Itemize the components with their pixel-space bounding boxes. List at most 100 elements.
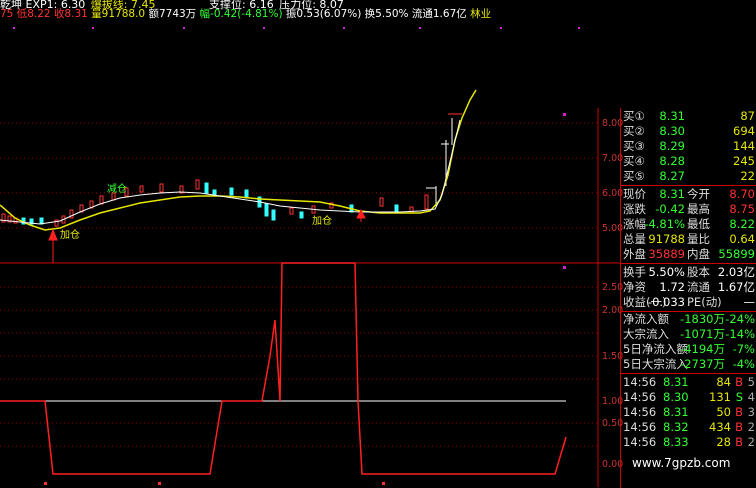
bid-row[interactable]: 买② 8.30 694: [623, 123, 755, 139]
tick-row[interactable]: 14:56 8.33 28 B 2: [623, 434, 755, 450]
info-sector: 林业: [470, 8, 492, 20]
stats-row: 净资 1.72 流通 1.67亿: [623, 279, 755, 295]
quote-row: 现价 8.31 今开 8.70: [623, 186, 755, 202]
tick-time: 14:56: [623, 435, 657, 449]
quote-value: 8.22: [729, 217, 755, 231]
flow-value: -1071万: [680, 327, 725, 341]
quote-value: -4.81%: [644, 217, 685, 231]
tick-count: 3: [747, 405, 755, 419]
tick-time: 14:56: [623, 390, 657, 404]
quote-row: 涨幅 -4.81% 最低 8.22: [623, 216, 755, 232]
tick-volume: 131: [709, 390, 731, 404]
signal-markers: [13, 27, 580, 269]
flow-label: 大宗流入: [623, 327, 669, 341]
tick-price: 8.32: [663, 420, 689, 434]
tick-time: 14:56: [623, 405, 657, 419]
info-float: 流通1.67亿: [411, 8, 467, 20]
bid-row[interactable]: 买③ 8.29 144: [623, 138, 755, 154]
stat-value: 2.03亿: [717, 265, 755, 279]
bid-price: 8.30: [659, 124, 685, 138]
tick-side: B: [735, 405, 743, 419]
quote-label: 内盘: [687, 247, 710, 261]
tick-count: 2: [747, 420, 755, 434]
indicator-grid: [0, 286, 598, 447]
ma-line-yellow: [0, 89, 477, 231]
tick-time: 14:56: [623, 375, 657, 389]
info-turnover: 换5.50%: [364, 8, 409, 20]
bid-price: 8.28: [659, 154, 685, 168]
tick-volume: 28: [716, 435, 731, 449]
tick-count: 5: [747, 375, 755, 389]
annotation-add: 加仓: [312, 216, 332, 227]
flow-pct: -24%: [725, 312, 755, 326]
quote-value: 91788: [648, 232, 685, 246]
tick-side: B: [735, 435, 743, 449]
tick-count: 2: [747, 435, 755, 449]
stat-label: 流通: [687, 280, 710, 294]
flow-label: 5日净流入额: [623, 342, 688, 356]
stats-row: 收益(一) -0.033 PE(动) —: [623, 294, 755, 310]
tick-row[interactable]: 14:56 8.32 434 B 2: [623, 419, 755, 435]
tick-price: 8.30: [663, 390, 689, 404]
ma-line-white: [0, 119, 461, 225]
info-amount: 额7743万: [148, 8, 197, 20]
stat-label: 股本: [687, 265, 710, 279]
quote-value: 35889: [648, 247, 685, 261]
tick-side: B: [735, 420, 743, 434]
flow-value: -4194万: [680, 342, 725, 356]
tick-volume: 434: [709, 420, 731, 434]
quote-row: 外盘 35889 内盘 55899: [623, 246, 755, 262]
kline-chart[interactable]: [0, 0, 620, 487]
annotation-add: 加仓: [60, 230, 80, 241]
flow-row: 5日大宗流入 -2737万 -4%: [623, 356, 755, 372]
flow-pct: -4%: [732, 357, 755, 371]
info-volume: 量91788.0: [91, 8, 146, 20]
stat-value: 1.67亿: [717, 280, 755, 294]
quote-value: 8.31: [659, 187, 685, 201]
bid-volume: 694: [733, 124, 755, 138]
bid-volume: 144: [733, 139, 755, 153]
flow-row: 净流入额 -1830万 -24%: [623, 311, 755, 327]
quote-label: 最低: [687, 217, 710, 231]
quote-row: 涨跌 -0.42 最高 8.75: [623, 201, 755, 217]
bid-row[interactable]: 买④ 8.28 245: [623, 153, 755, 169]
quote-value: -0.42: [655, 202, 685, 216]
info-close: 收8.31: [53, 8, 88, 20]
info-change: 幅-0.42(-4.81%): [199, 8, 283, 20]
flow-value: -1830万: [680, 312, 725, 326]
tick-row[interactable]: 14:56 8.30 131 S 4: [623, 389, 755, 405]
flow-row: 大宗流入 -1071万 -14%: [623, 326, 755, 342]
quote-label: 今开: [687, 187, 710, 201]
tick-side: S: [735, 390, 743, 404]
bid-volume: 87: [740, 109, 755, 123]
bid-row[interactable]: 买⑤ 8.27 22: [623, 168, 755, 184]
tick-side: B: [735, 375, 743, 389]
quote-value: 8.75: [729, 202, 755, 216]
quote-value: 0.64: [729, 232, 755, 246]
flow-row: 5日净流入额 -4194万 -7%: [623, 341, 755, 357]
tick-count: 4: [747, 390, 755, 404]
quote-value: 8.70: [729, 187, 755, 201]
info-amplitude: 振0.53(6.07%): [285, 8, 362, 20]
quote-row: 总量 91788 量比 0.64: [623, 231, 755, 247]
price-grid: [0, 122, 598, 229]
bid-row[interactable]: 买① 8.31 87: [623, 108, 755, 124]
tick-volume: 84: [716, 375, 731, 389]
quote-value: 55899: [718, 247, 755, 261]
tick-row[interactable]: 14:56 8.31 50 B 3: [623, 404, 755, 420]
bid-price: 8.27: [659, 169, 685, 183]
stat-label: PE(动): [687, 295, 722, 309]
annotation-reduce: 减仓: [107, 184, 127, 195]
tick-row[interactable]: 14:56 8.31 84 B 5: [623, 374, 755, 390]
flow-label: 净流入额: [623, 312, 669, 326]
flow-label: 5日大宗流入: [623, 357, 688, 371]
tick-volume: 50: [716, 405, 731, 419]
stat-value: 5.50%: [648, 265, 685, 279]
bottom-marks: [44, 482, 385, 485]
stat-value: 1.72: [659, 280, 685, 294]
site-watermark: www.7gpzb.com: [632, 456, 731, 470]
indicator-red: [0, 262, 567, 475]
stat-value: —: [743, 295, 756, 309]
tick-time: 14:56: [623, 420, 657, 434]
info-low: 低8.22: [16, 8, 51, 20]
